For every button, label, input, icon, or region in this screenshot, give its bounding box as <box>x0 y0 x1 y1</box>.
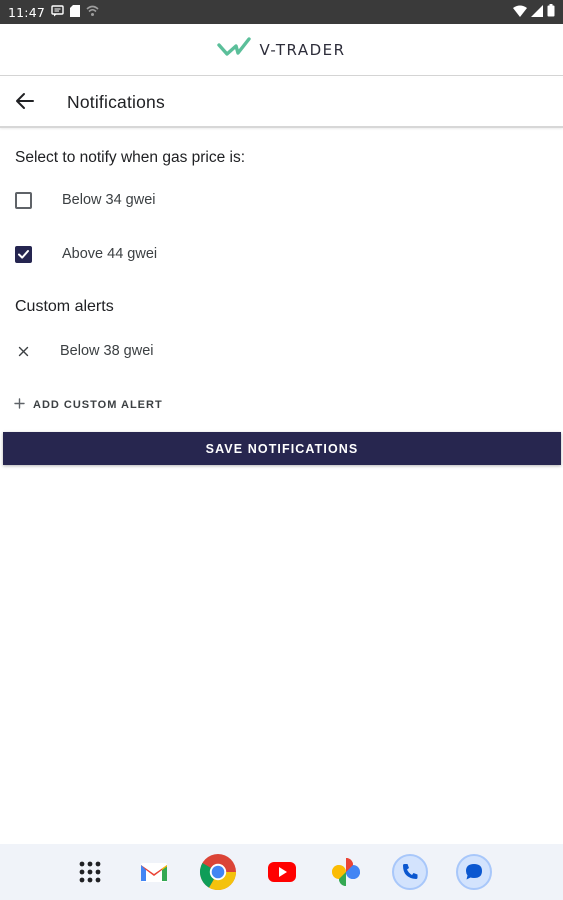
checkmark-icon <box>18 249 29 259</box>
vpn-icon <box>86 5 99 20</box>
gas-price-prompt: Select to notify when gas price is: <box>15 149 246 166</box>
save-notifications-button[interactable]: SAVE NOTIFICATIONS <box>3 432 561 465</box>
option-label: Above 44 gwei <box>62 246 158 262</box>
checkbox-above-44[interactable] <box>15 245 32 263</box>
checkbox-below-34[interactable] <box>15 191 32 209</box>
back-button[interactable] <box>12 91 38 115</box>
phone-icon[interactable] <box>390 852 430 892</box>
app-dock <box>0 844 563 900</box>
sd-card-icon <box>70 4 81 20</box>
youtube-icon[interactable] <box>262 852 302 892</box>
signal-icon <box>531 4 543 20</box>
app-header: V-TRADER <box>0 24 563 76</box>
app-drawer-icon[interactable] <box>70 852 110 892</box>
status-bar: 11:47 <box>0 0 563 24</box>
chrome-icon[interactable] <box>198 852 238 892</box>
app-logo: V-TRADER <box>217 36 345 63</box>
gas-option-below[interactable]: Below 34 gwei <box>0 182 563 218</box>
logo-text: V-TRADER <box>259 40 346 59</box>
messages-icon[interactable] <box>454 852 494 892</box>
plus-icon <box>14 396 25 414</box>
message-icon <box>51 4 64 20</box>
battery-icon <box>547 4 555 20</box>
gas-option-above[interactable]: Above 44 gwei <box>0 236 563 272</box>
gmail-icon[interactable] <box>134 852 174 892</box>
page-title: Notifications <box>67 92 165 112</box>
arrow-left-icon <box>15 92 35 115</box>
add-custom-alert-label: ADD CUSTOM ALERT <box>33 399 163 411</box>
custom-alert-label: Below 38 gwei <box>60 343 154 359</box>
trend-logo-icon <box>217 36 252 63</box>
custom-alerts-title: Custom alerts <box>15 298 114 315</box>
close-icon[interactable] <box>14 342 32 360</box>
status-time: 11:47 <box>8 4 46 20</box>
add-custom-alert-button[interactable]: ADD CUSTOM ALERT <box>14 395 163 415</box>
page-header: Notifications <box>0 78 563 128</box>
custom-alert-item: Below 38 gwei <box>0 335 563 367</box>
option-label: Below 34 gwei <box>62 192 156 208</box>
photos-icon[interactable] <box>326 852 366 892</box>
wifi-icon <box>513 5 527 20</box>
